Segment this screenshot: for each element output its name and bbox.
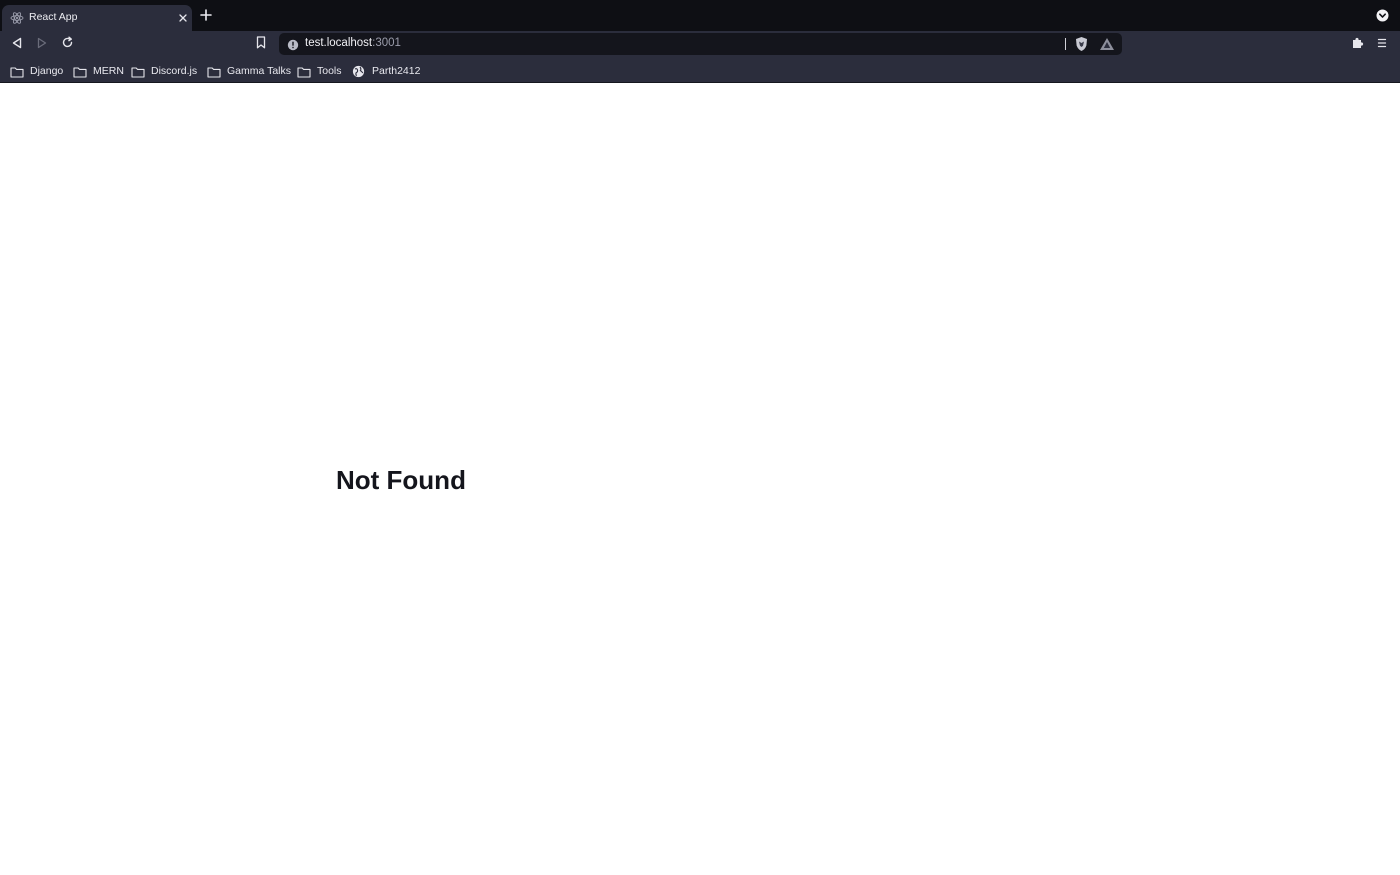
puzzle-icon	[1351, 36, 1364, 54]
browser-window: React App test.localhost:3001 Django MER…	[0, 0, 1400, 875]
bookmark-folder-tools[interactable]: Tools	[297, 62, 342, 79]
bookmark-label: Django	[30, 64, 64, 77]
toolbar: test.localhost:3001	[0, 31, 1400, 58]
folder-icon	[207, 65, 221, 78]
plus-icon	[200, 8, 212, 26]
page-viewport: Not Found	[0, 84, 1400, 875]
brave-shield-icon[interactable]	[1074, 36, 1089, 52]
folder-icon	[10, 65, 24, 78]
url-host: test.localhost	[305, 37, 373, 49]
bookmarks-bar: Django MERN Discord.js Gamma Talks Tools	[0, 58, 1400, 83]
bookmark-link-parth2412[interactable]: Parth2412	[352, 62, 420, 79]
reload-icon	[61, 36, 74, 54]
url-port: :3001	[372, 37, 401, 49]
bookmark-label: Discord.js	[151, 64, 198, 77]
folder-icon	[297, 65, 311, 78]
brave-rewards-icon[interactable]	[1099, 37, 1115, 51]
page-title: Not Found	[336, 465, 466, 495]
globe-icon	[352, 65, 366, 77]
folder-icon	[131, 65, 145, 78]
bookmark-folder-mern[interactable]: MERN	[73, 62, 124, 79]
forward-icon	[36, 36, 48, 54]
new-tab-button[interactable]	[197, 8, 215, 26]
folder-icon	[73, 65, 87, 78]
menu-button[interactable]	[1372, 35, 1392, 55]
back-button[interactable]	[7, 35, 27, 55]
tab-react-app[interactable]: React App	[2, 5, 192, 31]
tab-title: React App	[29, 11, 78, 23]
reload-button[interactable]	[57, 35, 77, 55]
react-icon	[10, 11, 24, 25]
back-icon	[11, 36, 23, 54]
tab-strip: React App	[0, 0, 1400, 31]
bookmark-label: Tools	[317, 64, 342, 77]
bookmark-button[interactable]	[251, 35, 271, 55]
bookmark-folder-django[interactable]: Django	[10, 62, 63, 79]
tab-search-button[interactable]	[1375, 9, 1390, 27]
divider	[1065, 38, 1066, 50]
close-icon[interactable]	[175, 10, 191, 26]
address-bar[interactable]: test.localhost:3001	[279, 33, 1122, 55]
bookmark-label: MERN	[93, 64, 124, 77]
extensions-button[interactable]	[1347, 35, 1367, 55]
bookmark-icon	[256, 36, 266, 54]
menu-icon	[1376, 36, 1388, 54]
bookmark-folder-discordjs[interactable]: Discord.js	[131, 62, 197, 79]
info-icon[interactable]	[287, 38, 299, 51]
forward-button[interactable]	[32, 35, 52, 55]
bookmark-label: Gamma Talks	[227, 64, 291, 77]
url-text: test.localhost:3001	[305, 37, 401, 49]
bookmark-folder-gamma-talks[interactable]: Gamma Talks	[207, 62, 291, 79]
bookmark-label: Parth2412	[372, 64, 421, 77]
chevron-down-circle-icon	[1376, 9, 1389, 27]
